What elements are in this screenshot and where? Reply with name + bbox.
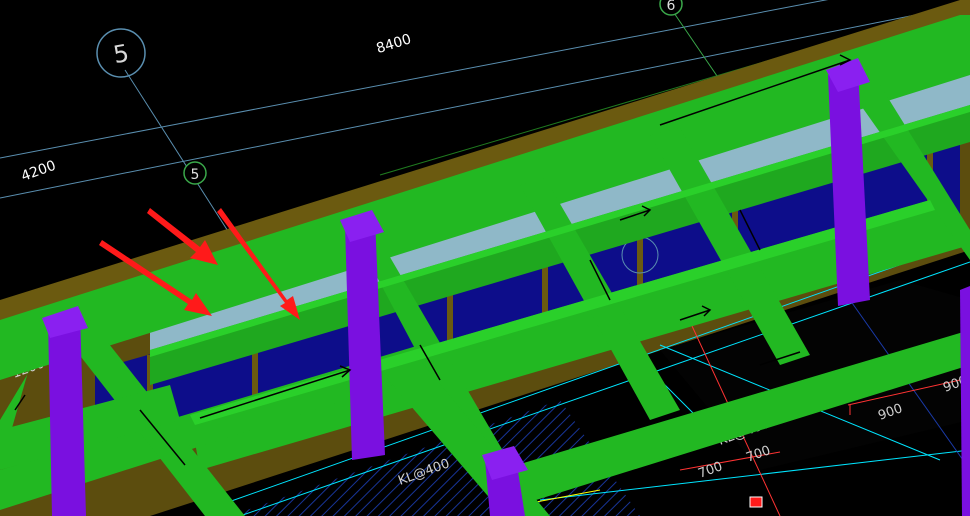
selection-grip[interactable]	[749, 496, 763, 508]
axis-bubble-6-small: 6	[659, 0, 683, 16]
column-1	[48, 312, 86, 516]
axis-label: 5	[111, 39, 131, 69]
model-canvas[interactable]: 5 5 6 8400 4200 1200 900 900 KL@400 700	[0, 0, 970, 516]
dimension-label: 4200	[19, 158, 58, 185]
dimension-label: 8400	[374, 31, 413, 57]
axis-bubble-5-large: 5	[96, 28, 146, 78]
axis-label: 5	[191, 167, 200, 183]
model-viewport[interactable]: 5 5 6 8400 4200 1200 900 900 KL@400 700	[0, 0, 970, 516]
axis-bubble-5-small: 5	[183, 161, 207, 185]
axis-label: 6	[667, 0, 676, 14]
